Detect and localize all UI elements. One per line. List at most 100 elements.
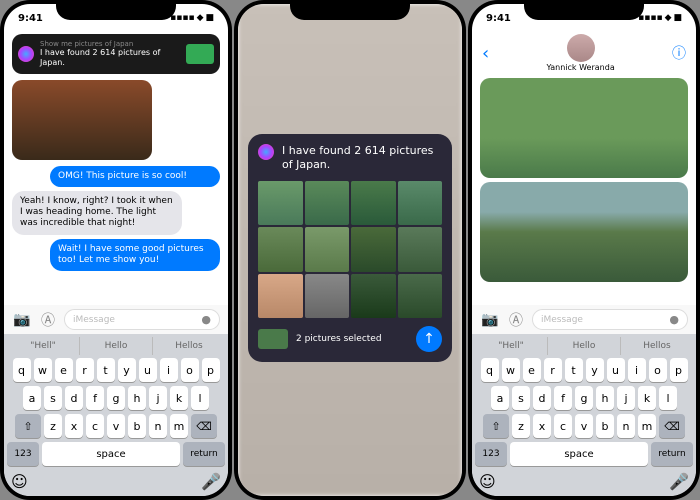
photo-thumb[interactable] (258, 227, 303, 272)
key-j[interactable]: j (149, 386, 167, 410)
suggestion[interactable]: Hellos (153, 337, 225, 355)
key-b[interactable]: b (128, 414, 146, 438)
dictate-icon[interactable]: 🎤 (201, 472, 221, 491)
key-j[interactable]: j (617, 386, 635, 410)
key-q[interactable]: q (13, 358, 31, 382)
key-y[interactable]: y (586, 358, 604, 382)
key-space[interactable]: space (510, 442, 648, 466)
key-shift[interactable]: ⇧ (483, 414, 509, 438)
contact[interactable]: Yannick Weranda (546, 34, 614, 72)
message-input[interactable]: iMessage ● (532, 309, 688, 330)
key-b[interactable]: b (596, 414, 614, 438)
photo-thumb[interactable] (398, 274, 443, 319)
suggestion[interactable]: Hellos (621, 337, 693, 355)
key-e[interactable]: e (55, 358, 73, 382)
key-n[interactable]: n (617, 414, 635, 438)
key-p[interactable]: p (202, 358, 220, 382)
siri-banner[interactable]: Show me pictures of Japan I have found 2… (12, 34, 220, 74)
photo-message[interactable] (480, 78, 688, 178)
key-u[interactable]: u (139, 358, 157, 382)
suggestion[interactable]: "Hell" (475, 337, 548, 355)
key-h[interactable]: h (596, 386, 614, 410)
siri-thumbnail[interactable] (186, 44, 214, 64)
key-z[interactable]: z (44, 414, 62, 438)
key-c[interactable]: c (554, 414, 572, 438)
key-n[interactable]: n (149, 414, 167, 438)
key-s[interactable]: s (44, 386, 62, 410)
messages[interactable] (472, 74, 696, 305)
key-y[interactable]: y (118, 358, 136, 382)
mic-icon[interactable]: ● (201, 313, 211, 326)
key-a[interactable]: a (23, 386, 41, 410)
back-button[interactable]: ‹ (482, 43, 489, 64)
key-m[interactable]: m (638, 414, 656, 438)
key-g[interactable]: g (575, 386, 593, 410)
key-l[interactable]: l (659, 386, 677, 410)
key-k[interactable]: k (170, 386, 188, 410)
key-u[interactable]: u (607, 358, 625, 382)
key-a[interactable]: a (491, 386, 509, 410)
key-i[interactable]: i (628, 358, 646, 382)
key-o[interactable]: o (649, 358, 667, 382)
photo-thumb[interactable] (305, 181, 350, 226)
key-return[interactable]: return (651, 442, 693, 466)
message-input[interactable]: iMessage ● (64, 309, 220, 330)
key-p[interactable]: p (670, 358, 688, 382)
apps-icon[interactable]: Ⓐ (38, 310, 58, 330)
photo-thumb[interactable] (398, 181, 443, 226)
key-delete[interactable]: ⌫ (191, 414, 217, 438)
key-f[interactable]: f (86, 386, 104, 410)
key-k[interactable]: k (638, 386, 656, 410)
suggestion[interactable]: Hello (80, 337, 153, 355)
sent-bubble[interactable]: Wait! I have some good pictures too! Let… (50, 239, 220, 272)
key-i[interactable]: i (160, 358, 178, 382)
photo-thumb[interactable] (351, 274, 396, 319)
key-d[interactable]: d (533, 386, 551, 410)
key-t[interactable]: t (565, 358, 583, 382)
photo-thumb[interactable] (305, 227, 350, 272)
emoji-icon[interactable]: ☺ (11, 472, 28, 491)
key-123[interactable]: 123 (475, 442, 507, 466)
selected-thumb[interactable] (258, 329, 288, 349)
key-m[interactable]: m (170, 414, 188, 438)
key-z[interactable]: z (512, 414, 530, 438)
key-q[interactable]: q (481, 358, 499, 382)
key-o[interactable]: o (181, 358, 199, 382)
received-bubble[interactable]: Yeah! I know, right? I took it when I wa… (12, 191, 182, 235)
camera-icon[interactable]: 📷 (480, 310, 500, 330)
emoji-icon[interactable]: ☺ (479, 472, 496, 491)
key-w[interactable]: w (502, 358, 520, 382)
messages[interactable]: OMG! This picture is so cool! Yeah! I kn… (4, 76, 228, 305)
photo-thumb[interactable] (305, 274, 350, 319)
suggestion[interactable]: Hello (548, 337, 621, 355)
key-v[interactable]: v (107, 414, 125, 438)
dictate-icon[interactable]: 🎤 (669, 472, 689, 491)
key-s[interactable]: s (512, 386, 530, 410)
key-space[interactable]: space (42, 442, 180, 466)
photo-thumb[interactable] (351, 181, 396, 226)
sent-bubble[interactable]: OMG! This picture is so cool! (50, 166, 220, 187)
key-x[interactable]: x (65, 414, 83, 438)
key-d[interactable]: d (65, 386, 83, 410)
key-x[interactable]: x (533, 414, 551, 438)
key-v[interactable]: v (575, 414, 593, 438)
key-h[interactable]: h (128, 386, 146, 410)
key-r[interactable]: r (76, 358, 94, 382)
apps-icon[interactable]: Ⓐ (506, 310, 526, 330)
photo-thumb[interactable] (258, 181, 303, 226)
key-t[interactable]: t (97, 358, 115, 382)
suggestion[interactable]: "Hell" (7, 337, 80, 355)
key-g[interactable]: g (107, 386, 125, 410)
info-button[interactable]: ⓘ (672, 43, 686, 63)
mic-icon[interactable]: ● (669, 313, 679, 326)
photo-thumb[interactable] (398, 227, 443, 272)
key-f[interactable]: f (554, 386, 572, 410)
key-123[interactable]: 123 (7, 442, 39, 466)
key-return[interactable]: return (183, 442, 225, 466)
photo-message[interactable] (480, 182, 688, 282)
key-e[interactable]: e (523, 358, 541, 382)
photo-message[interactable] (12, 80, 152, 160)
photo-thumb[interactable] (351, 227, 396, 272)
send-button[interactable]: ↑ (416, 326, 442, 352)
photo-thumb[interactable] (258, 274, 303, 319)
